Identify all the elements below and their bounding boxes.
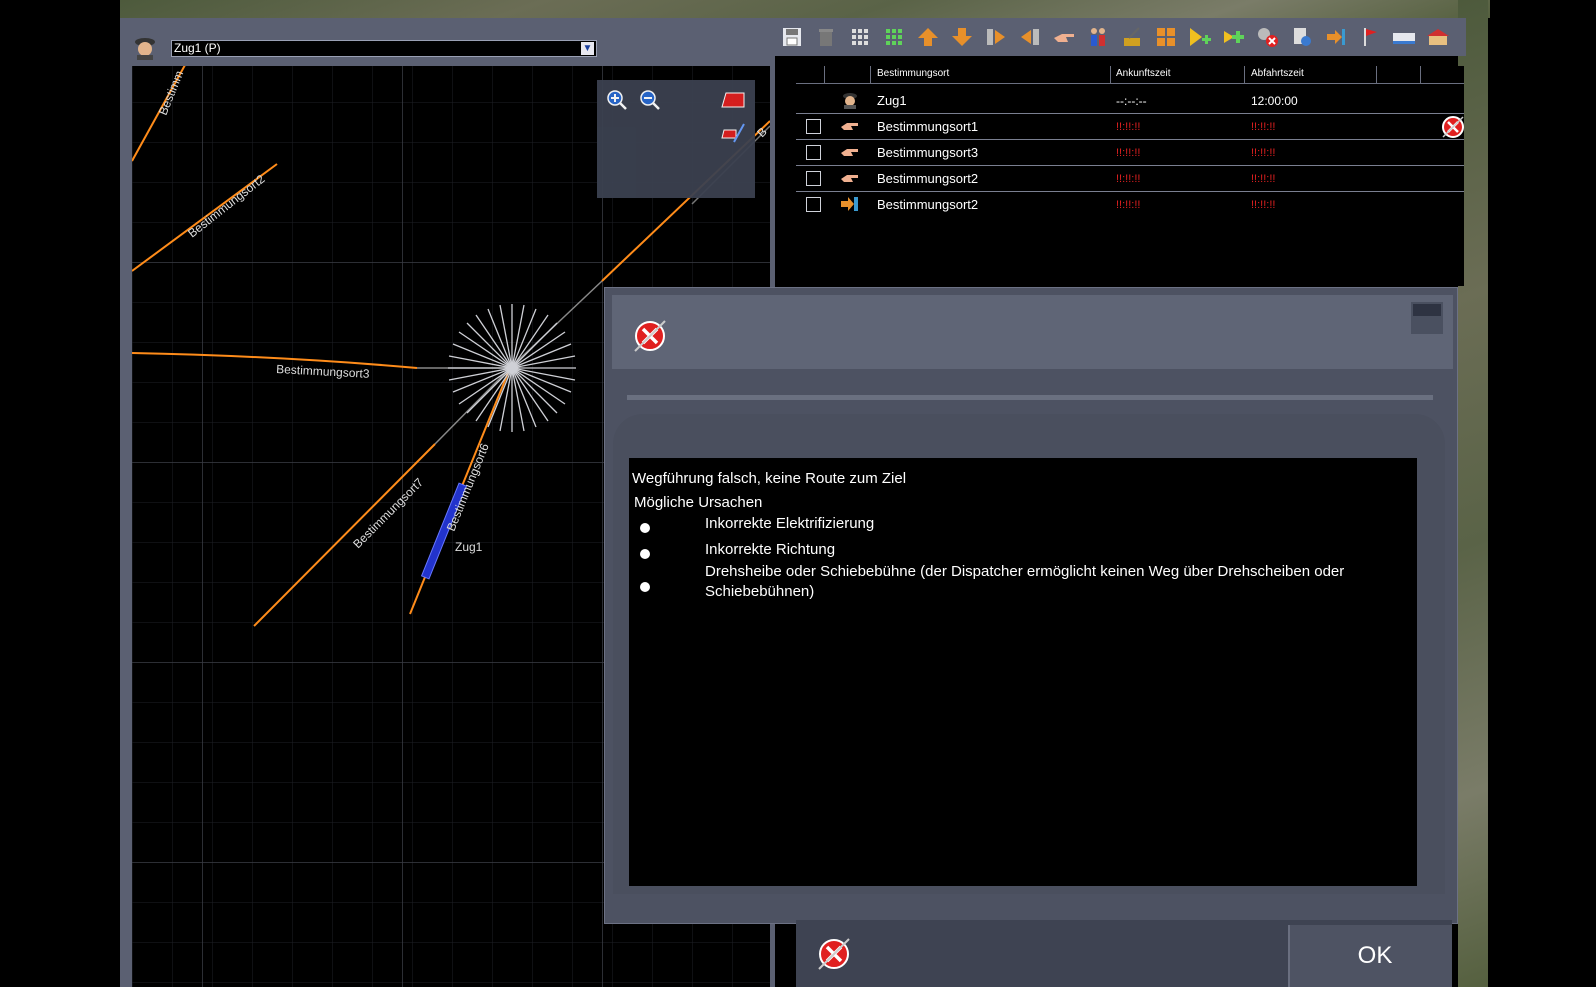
terrain-background bbox=[120, 0, 1490, 18]
dialog-titlebar bbox=[612, 295, 1453, 369]
hand-icon bbox=[841, 149, 858, 156]
delete-row-icon[interactable] bbox=[1440, 114, 1466, 140]
row-destination: Bestimmungsort1 bbox=[877, 119, 979, 134]
train-arrival: --:--:-- bbox=[1116, 94, 1147, 108]
settings-icon[interactable] bbox=[1288, 23, 1316, 51]
cause-item: Drehsheibe oder Schiebebühne (der Dispat… bbox=[705, 563, 1345, 600]
grid-green-icon[interactable] bbox=[880, 23, 908, 51]
zoom-out-icon[interactable] bbox=[637, 87, 663, 113]
header-arrival: Ankunftszeit bbox=[1116, 68, 1171, 79]
add-icon[interactable] bbox=[1220, 23, 1248, 51]
error-title: Wegführung falsch, keine Route zum Ziel bbox=[632, 470, 907, 487]
dialog-separator bbox=[627, 395, 1433, 400]
row-destination: Bestimmungsort3 bbox=[877, 145, 979, 160]
error-subtitle: Mögliche Ursachen bbox=[634, 494, 763, 511]
schedule-train-row[interactable]: Zug1 --:--:-- 12:00:00 bbox=[796, 88, 1464, 114]
track-edit-icon[interactable] bbox=[720, 120, 746, 146]
error-icon bbox=[634, 320, 666, 352]
insert-before-icon[interactable] bbox=[982, 23, 1010, 51]
row-arrival: !!:!!:!! bbox=[1116, 147, 1141, 159]
train-select[interactable]: Zug1 (P) ▼ bbox=[171, 40, 597, 57]
row-arrival: !!:!!:!! bbox=[1116, 199, 1141, 211]
junction-icon[interactable] bbox=[1152, 23, 1180, 51]
row-arrival: !!:!!:!! bbox=[1116, 121, 1141, 133]
table-row[interactable]: Bestimmungsort2 !!:!!:!! !!:!!:!! bbox=[796, 166, 1464, 192]
ok-button[interactable]: OK bbox=[1288, 925, 1452, 987]
header-destination: Bestimmungsort bbox=[877, 68, 950, 79]
cancel-icon[interactable] bbox=[816, 936, 852, 972]
header-departure: Abfahrtszeit bbox=[1251, 68, 1304, 79]
row-destination: Bestimmungsort2 bbox=[877, 171, 979, 186]
crane-icon[interactable] bbox=[1118, 23, 1146, 51]
schedule-table: Bestimmungsort Ankunftszeit Abfahrtszeit… bbox=[796, 66, 1464, 286]
exit-arrow-icon bbox=[841, 197, 858, 211]
driver-icon bbox=[132, 34, 158, 60]
chevron-down-icon[interactable]: ▼ bbox=[581, 42, 594, 55]
row-checkbox[interactable] bbox=[806, 197, 821, 212]
train-select-value: Zug1 (P) bbox=[174, 41, 221, 55]
schedule-toolbar bbox=[773, 18, 1466, 56]
grid-small-icon[interactable] bbox=[846, 23, 874, 51]
row-destination: Bestimmungsort2 bbox=[877, 197, 979, 212]
trash-icon[interactable] bbox=[812, 23, 840, 51]
hand-point-icon[interactable] bbox=[1050, 23, 1078, 51]
remove-signal-icon[interactable] bbox=[1254, 23, 1282, 51]
ok-button-label: OK bbox=[1357, 942, 1393, 969]
dialog-minimize-button[interactable] bbox=[1411, 302, 1443, 334]
error-message-box: Wegführung falsch, keine Route zum Ziel … bbox=[629, 458, 1417, 886]
table-row[interactable]: Bestimmungsort3 !!:!!:!! !!:!!:!! bbox=[796, 140, 1464, 166]
bullet-icon bbox=[640, 523, 650, 533]
row-checkbox[interactable] bbox=[806, 171, 821, 186]
row-departure: !!:!!:!! bbox=[1251, 121, 1276, 133]
passengers-icon[interactable] bbox=[1084, 23, 1112, 51]
train-label: Zug1 bbox=[455, 540, 483, 554]
driver-icon bbox=[843, 93, 857, 109]
save-icon[interactable] bbox=[778, 23, 806, 51]
row-departure: !!:!!:!! bbox=[1251, 199, 1276, 211]
move-down-icon[interactable] bbox=[948, 23, 976, 51]
zoom-in-icon[interactable] bbox=[604, 87, 630, 113]
depot-icon[interactable] bbox=[1424, 23, 1452, 51]
schedule-header: Bestimmungsort Ankunftszeit Abfahrtszeit bbox=[796, 66, 1464, 84]
train-name: Zug1 bbox=[877, 93, 907, 108]
bullet-icon bbox=[640, 582, 650, 592]
map-tools-panel bbox=[597, 80, 755, 198]
bullet-icon bbox=[640, 549, 650, 559]
row-checkbox[interactable] bbox=[806, 145, 821, 160]
exit-icon[interactable] bbox=[1322, 23, 1350, 51]
cause-item: Inkorrekte Elektrifizierung bbox=[705, 515, 875, 532]
ruler-icon[interactable] bbox=[1390, 23, 1418, 51]
table-row[interactable]: Bestimmungsort1 !!:!!:!! !!:!!:!! bbox=[796, 114, 1464, 140]
add-waypoint-icon[interactable] bbox=[1186, 23, 1214, 51]
turntable-icon bbox=[448, 304, 576, 432]
move-up-icon[interactable] bbox=[914, 23, 942, 51]
table-row[interactable]: Bestimmungsort2 !!:!!:!! !!:!!:!! bbox=[796, 192, 1464, 217]
row-arrival: !!:!!:!! bbox=[1116, 173, 1141, 185]
hand-icon bbox=[841, 123, 858, 130]
hand-icon bbox=[841, 175, 858, 182]
flag-icon[interactable] bbox=[1356, 23, 1384, 51]
cause-item: Inkorrekte Richtung bbox=[705, 541, 836, 558]
train-departure: 12:00:00 bbox=[1251, 94, 1298, 108]
row-departure: !!:!!:!! bbox=[1251, 147, 1276, 159]
eraser-icon[interactable] bbox=[720, 87, 746, 113]
row-checkbox[interactable] bbox=[806, 119, 821, 134]
row-departure: !!:!!:!! bbox=[1251, 173, 1276, 185]
insert-after-icon[interactable] bbox=[1016, 23, 1044, 51]
